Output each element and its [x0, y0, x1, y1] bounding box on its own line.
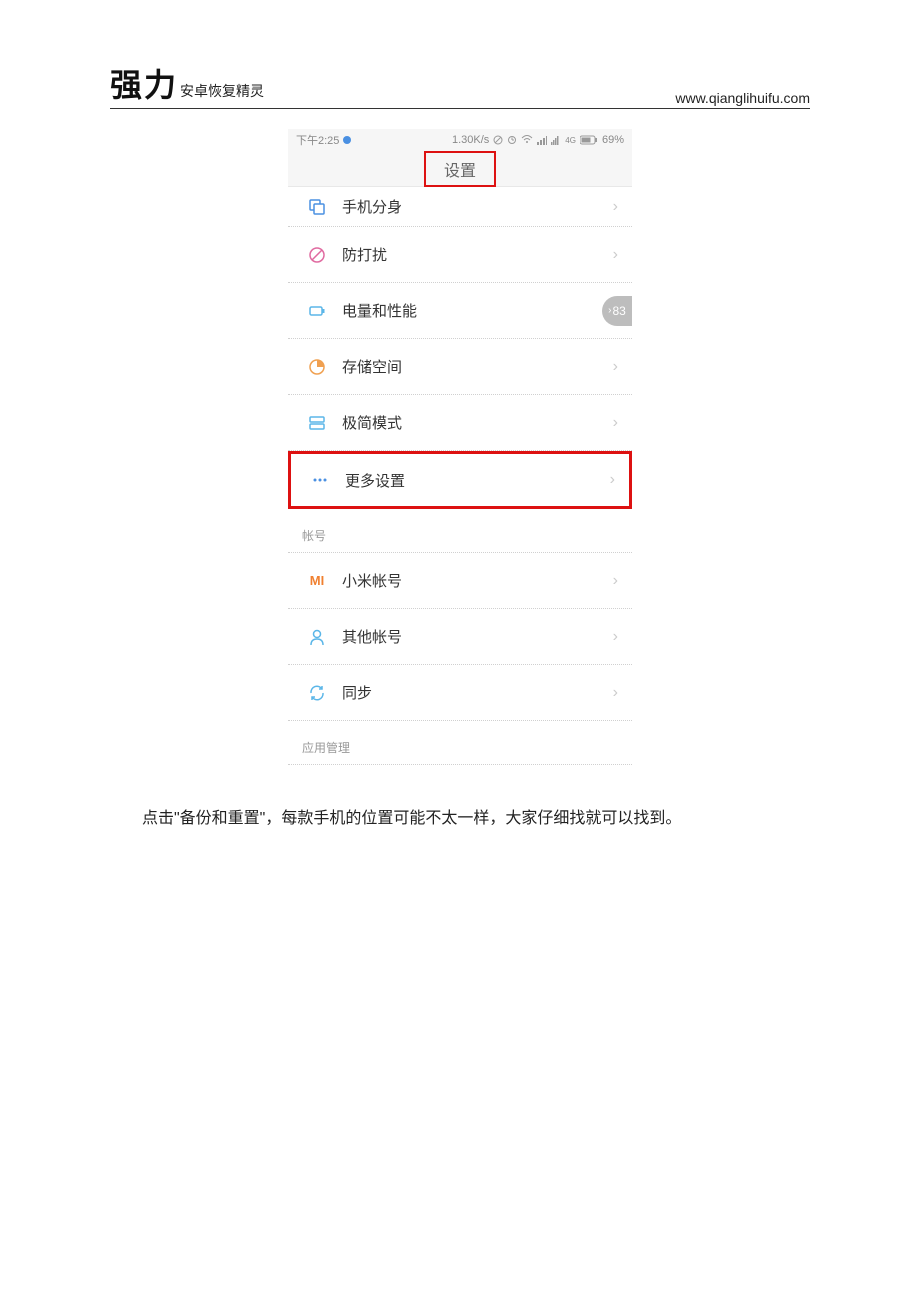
mi-icon: MI: [302, 573, 332, 588]
brand-main: 强力: [110, 60, 178, 106]
simple-icon: [302, 414, 332, 432]
chevron-right-icon: ›: [613, 198, 618, 216]
section-header-account: 帐号: [288, 509, 632, 553]
alarm-icon: [507, 134, 517, 146]
row-sync[interactable]: 同步 ›: [288, 665, 632, 721]
status-time: 下午2:25: [296, 132, 339, 148]
chevron-right-icon: ›: [610, 471, 615, 489]
row-label: 极简模式: [332, 412, 613, 433]
battery-icon: [580, 134, 598, 146]
location-icon: [343, 136, 351, 144]
network-label: 4G: [565, 136, 576, 145]
row-storage[interactable]: 存储空间 ›: [288, 339, 632, 395]
battery-percent: 69%: [602, 134, 624, 146]
row-battery-perf[interactable]: 电量和性能 ›83: [288, 283, 632, 339]
row-dnd[interactable]: 防打扰 ›: [288, 227, 632, 283]
phone-screenshot: 下午2:25 1.30K/s 4: [288, 129, 632, 765]
row-label: 手机分身: [332, 196, 613, 217]
row-phone-clone[interactable]: 手机分身 ›: [288, 187, 632, 227]
chevron-right-icon: ›: [613, 684, 618, 702]
row-label: 小米帐号: [332, 570, 613, 591]
status-bar: 下午2:25 1.30K/s 4: [288, 129, 632, 151]
clone-icon: [302, 198, 332, 216]
status-left: 下午2:25: [296, 132, 351, 148]
document-page: 强力 安卓恢复精灵 www.qianglihuifu.com 下午2:25 1.…: [0, 0, 920, 1302]
row-other-accounts[interactable]: 其他帐号 ›: [288, 609, 632, 665]
signal2-icon: [551, 134, 561, 146]
settings-list: 手机分身 › 防打扰 › 电量和性能 ›83: [288, 187, 632, 765]
chevron-right-icon: ›: [613, 628, 618, 646]
page-title: 设置: [444, 163, 476, 180]
row-simple-mode[interactable]: 极简模式 ›: [288, 395, 632, 451]
brand-sub: 安卓恢复精灵: [180, 81, 264, 101]
row-more-settings-highlighted[interactable]: 更多设置 ›: [288, 451, 632, 509]
site-url: www.qianglihuifu.com: [675, 90, 810, 106]
chevron-right-icon: ›: [613, 414, 618, 432]
badge-value: 83: [612, 304, 625, 318]
mute-icon: [493, 134, 503, 146]
battery-outline-icon: [302, 302, 332, 320]
status-speed: 1.30K/s: [452, 134, 489, 146]
row-mi-account[interactable]: MI 小米帐号 ›: [288, 553, 632, 609]
title-bar: 设置: [288, 151, 632, 187]
page-title-highlighted: 设置: [424, 151, 496, 187]
caption-text: 点击"备份和重置"，每款手机的位置可能不太一样，大家仔细找就可以找到。: [110, 805, 810, 834]
signal-icon: [537, 134, 547, 146]
row-label: 防打扰: [332, 244, 613, 265]
sync-icon: [302, 684, 332, 702]
more-icon: [305, 471, 335, 489]
row-label: 电量和性能: [332, 300, 618, 321]
chevron-right-icon: ›: [613, 358, 618, 376]
row-label: 更多设置: [335, 470, 610, 491]
row-label: 存储空间: [332, 356, 613, 377]
row-label: 同步: [332, 682, 613, 703]
chevron-right-icon: ›: [613, 246, 618, 264]
score-badge: ›83: [602, 296, 632, 326]
chevron-right-icon: ›: [613, 572, 618, 590]
section-header-apps: 应用管理: [288, 721, 632, 765]
brand: 强力 安卓恢复精灵: [110, 60, 264, 106]
document-header: 强力 安卓恢复精灵 www.qianglihuifu.com: [110, 60, 810, 109]
user-icon: [302, 628, 332, 646]
block-icon: [302, 246, 332, 264]
row-label: 其他帐号: [332, 626, 613, 647]
storage-icon: [302, 358, 332, 376]
status-right: 1.30K/s 4G: [452, 134, 624, 146]
wifi-icon: [521, 134, 533, 146]
